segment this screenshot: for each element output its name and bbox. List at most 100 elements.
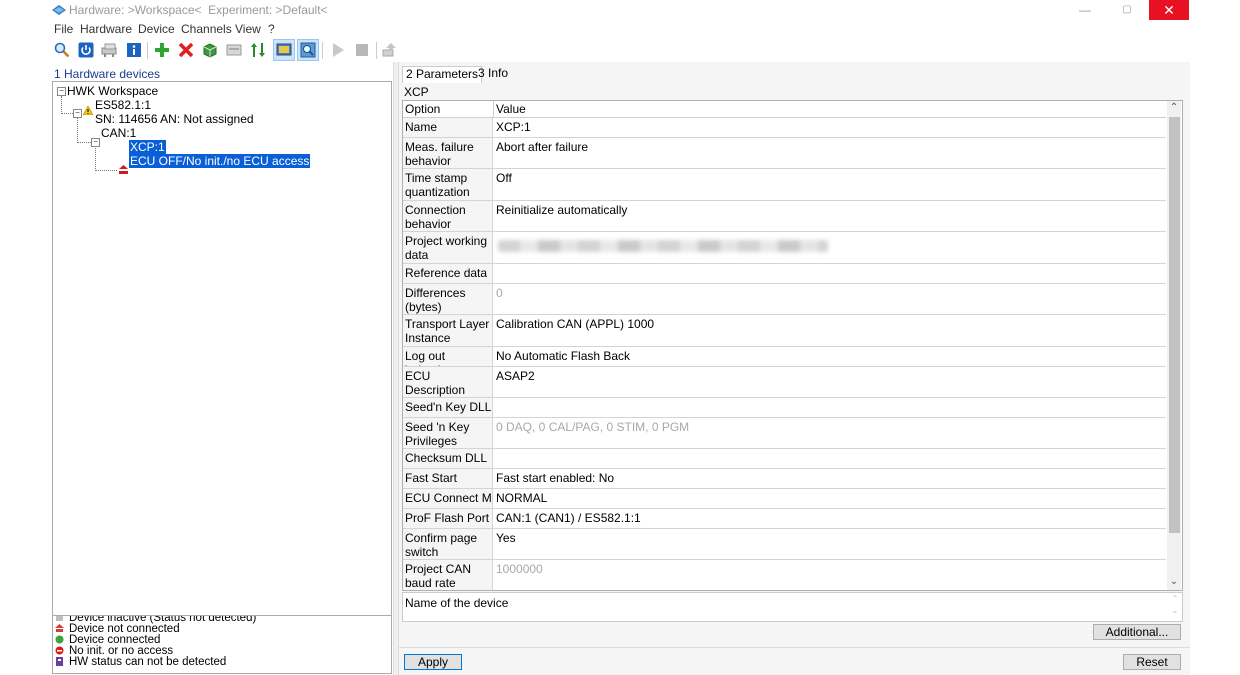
tree-connector <box>95 145 96 171</box>
minimize-button[interactable]: — <box>1065 0 1105 20</box>
tree-node-device[interactable]: ES582.1:1 <box>95 98 151 112</box>
option-cell: Transport Layer Instance <box>403 315 493 346</box>
table-row[interactable]: Seed 'n Key Privileges 0 DAQ, 0 CAL/PAG,… <box>403 418 1166 449</box>
info-icon[interactable] <box>124 40 144 60</box>
table-row[interactable]: Seed'n Key DLL <box>403 398 1166 418</box>
table-row[interactable]: Name XCP:1 <box>403 118 1166 138</box>
table-row[interactable]: Time stamp quantization Off <box>403 169 1166 201</box>
tree-node-xcp-status[interactable]: ECU OFF/No init./no ECU access <box>129 154 311 168</box>
value-cell[interactable]: 0 <box>496 286 503 300</box>
menu-hardware[interactable]: Hardware <box>80 22 132 36</box>
table-row[interactable]: Project CAN baud rate [Baud] 1000000 <box>403 560 1166 590</box>
main-window: Hardware: >Workspace< Experiment: >Defau… <box>49 0 1190 675</box>
menu-channels[interactable]: Channels <box>181 22 232 36</box>
value-cell[interactable]: CAN:1 (CAN1) / ES582.1:1 <box>496 511 641 525</box>
search-icon[interactable] <box>52 40 72 60</box>
additional-button[interactable]: Additional... <box>1093 624 1181 640</box>
menu-help[interactable]: ? <box>268 22 275 36</box>
option-cell: Confirm page switch <box>403 529 493 559</box>
table-row[interactable]: Reference data <box>403 264 1166 284</box>
value-cell[interactable]: ASAP2 <box>496 369 535 383</box>
apply-button[interactable]: Apply <box>404 654 462 670</box>
monitor-icon[interactable] <box>273 39 295 61</box>
device-icon[interactable] <box>224 40 244 60</box>
toolbar <box>49 38 1190 62</box>
status-inactive-icon <box>55 616 64 622</box>
column-header-option[interactable]: Option <box>403 101 494 117</box>
section-label: XCP <box>404 85 429 99</box>
stop-icon[interactable] <box>352 40 372 60</box>
table-row[interactable]: Connection behavior Reinitialize automat… <box>403 201 1166 232</box>
value-cell[interactable]: Calibration CAN (APPL) 1000 <box>496 317 654 331</box>
close-button[interactable]: ✕ <box>1149 0 1189 20</box>
table-row[interactable]: ProF Flash Port CAN:1 (CAN1) / ES582.1:1 <box>403 509 1166 529</box>
legend-item: HW status can not be detected <box>55 656 226 668</box>
table-row[interactable]: ECU Description Handling ASAP2 <box>403 367 1166 398</box>
hardware-tree: − HWK Workspace − ES582.1:1 SN: 114656 A… <box>52 81 392 616</box>
table-row[interactable]: Meas. failure behavior Abort after failu… <box>403 138 1166 169</box>
tree-node-xcp[interactable]: XCP:1 <box>129 140 166 154</box>
value-cell[interactable]: Yes <box>496 531 516 545</box>
value-cell[interactable]: Reinitialize automatically <box>496 203 627 217</box>
option-cell: ECU Connect Mode <box>403 489 493 508</box>
scroll-up-icon[interactable]: ⌃ <box>1167 101 1181 115</box>
value-cell[interactable]: 0 DAQ, 0 CAL/PAG, 0 STIM, 0 PGM <box>496 420 689 434</box>
option-cell: Reference data <box>403 264 493 283</box>
flash-icon[interactable] <box>380 40 400 60</box>
network-icon[interactable] <box>100 40 120 60</box>
scrollbar-thumb[interactable] <box>1169 117 1180 533</box>
reset-button[interactable]: Reset <box>1123 654 1181 670</box>
tree-node-device-sn[interactable]: SN: 114656 AN: Not assigned <box>95 112 254 126</box>
tree-node-channel[interactable]: CAN:1 <box>101 126 136 140</box>
scroll-down-icon[interactable]: ⌄ <box>1167 575 1181 589</box>
collapse-toggle[interactable]: − <box>57 87 66 96</box>
table-row[interactable]: Checksum DLL <box>403 449 1166 469</box>
value-cell[interactable]: 1000000 <box>496 562 543 576</box>
menu-view[interactable]: View <box>235 22 261 36</box>
table-row[interactable]: Confirm page switch Yes <box>403 529 1166 560</box>
play-icon[interactable] <box>328 40 348 60</box>
power-icon[interactable] <box>76 40 96 60</box>
find-hardware-icon[interactable] <box>297 39 319 61</box>
hardware-devices-panel: 1 Hardware devices − HWK Workspace − ES5… <box>52 65 392 674</box>
option-cell: ProF Flash Port <box>403 509 493 528</box>
value-cell[interactable]: No Automatic Flash Back <box>496 349 630 363</box>
package-icon[interactable] <box>200 40 220 60</box>
value-cell[interactable]: Fast start enabled: No <box>496 471 614 485</box>
table-row[interactable]: Log out behavior No Automatic Flash Back <box>403 347 1166 367</box>
toolbar-separator <box>147 42 148 59</box>
tab-parameters[interactable]: 2 Parameters <box>402 66 483 83</box>
toolbar-separator <box>322 42 323 59</box>
table-row[interactable]: Transport Layer Instance Calibration CAN… <box>403 315 1166 347</box>
menu-file[interactable]: File <box>54 22 73 36</box>
value-cell[interactable]: Abort after failure <box>496 140 588 154</box>
column-header-value[interactable]: Value <box>494 101 1166 117</box>
description-scrollbar[interactable]: ⌃ ⌄ <box>1170 593 1180 617</box>
title-bar: Hardware: >Workspace< Experiment: >Defau… <box>49 0 1190 20</box>
collapse-toggle[interactable]: − <box>91 138 100 147</box>
value-cell[interactable]: NORMAL <box>496 491 547 505</box>
app-logo-icon <box>52 4 66 15</box>
option-cell: Time stamp quantization <box>403 169 493 200</box>
add-icon[interactable] <box>152 40 172 60</box>
status-connected-icon <box>55 635 64 644</box>
status-no-access-icon <box>55 646 64 655</box>
panel-title: 1 Hardware devices <box>54 67 161 81</box>
tab-info[interactable]: 3 Info <box>475 66 511 82</box>
option-cell: Fast Start <box>403 469 493 488</box>
table-row[interactable]: Project working data <box>403 232 1166 264</box>
table-row[interactable]: Fast Start Fast start enabled: No <box>403 469 1166 489</box>
table-row[interactable]: Differences (bytes) 0 <box>403 284 1166 315</box>
tree-node-workspace[interactable]: HWK Workspace <box>67 84 158 98</box>
grid-scrollbar[interactable]: ⌃ ⌄ <box>1167 101 1181 590</box>
delete-icon[interactable] <box>176 40 196 60</box>
tree-connector <box>77 116 78 143</box>
table-row[interactable]: ECU Connect Mode NORMAL <box>403 489 1166 509</box>
value-cell[interactable]: XCP:1 <box>496 120 531 134</box>
sort-icon[interactable] <box>248 40 268 60</box>
collapse-toggle[interactable]: − <box>73 109 82 118</box>
status-undetected-icon <box>55 657 64 666</box>
menu-device[interactable]: Device <box>138 22 175 36</box>
value-cell[interactable]: Off <box>496 171 512 185</box>
maximize-button[interactable]: ▢ <box>1107 0 1147 20</box>
